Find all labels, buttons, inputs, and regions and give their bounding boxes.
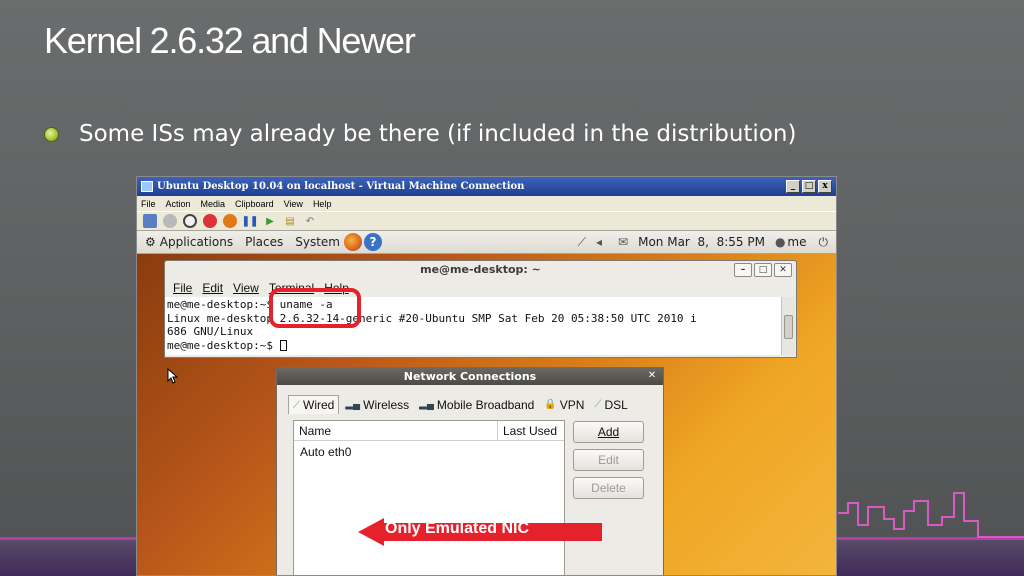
mail-icon[interactable]: ✉ xyxy=(618,235,628,249)
snapshot-icon[interactable]: ▤ xyxy=(283,214,297,228)
places-menu[interactable]: Places xyxy=(245,235,283,249)
minimize-button[interactable]: _ xyxy=(786,180,800,193)
bullet-text: Some ISs may already be there (if includ… xyxy=(79,121,797,147)
tab-wired-label: Wired xyxy=(303,398,335,412)
menu-file[interactable]: File xyxy=(141,199,156,209)
tab-wireless[interactable]: ▂▄ Wireless xyxy=(341,395,413,414)
vm-app-icon xyxy=(141,181,153,192)
volume-icon[interactable]: ◂ xyxy=(596,235,602,249)
terminal-prompt: me@me-desktop:~$ xyxy=(167,338,280,352)
help-icon[interactable]: ? xyxy=(363,233,382,251)
terminal-prompt-line: me@me-desktop:~$ xyxy=(167,339,780,353)
mobile-signal-icon: ▂▄ xyxy=(419,399,434,410)
power-icon[interactable] xyxy=(223,214,237,228)
terminal-title: me@me-desktop: ~ xyxy=(420,263,541,276)
dsl-icon: ⟋ xyxy=(594,399,602,410)
network-dialog-title: Network Connections xyxy=(403,370,537,383)
menu-view[interactable]: View xyxy=(284,199,303,209)
terminal-minimize-button[interactable]: – xyxy=(734,263,752,277)
tab-wired[interactable]: ⟋ Wired xyxy=(288,395,340,414)
wired-icon: ⟋ xyxy=(293,399,300,411)
maximize-button[interactable]: □ xyxy=(802,180,816,193)
mouse-pointer-icon xyxy=(167,368,179,384)
tab-mobile-broadband[interactable]: ▂▄ Mobile Broadband xyxy=(415,395,538,414)
lock-icon: 🔒 xyxy=(544,399,557,410)
user-menu[interactable]: me xyxy=(787,235,806,249)
revert-icon[interactable]: ↶ xyxy=(303,214,317,228)
ctrl-alt-del-icon[interactable] xyxy=(143,214,157,228)
terminal-line: Linux me-desktop 2.6.32-14-generic #20-U… xyxy=(167,311,697,325)
vm-toolbar: ❚❚ ▶ ▤ ↶ xyxy=(137,211,836,231)
column-name[interactable]: Name xyxy=(294,421,497,440)
power-menu-icon[interactable]: ⏻ xyxy=(819,235,829,250)
terminal-menu-view[interactable]: View xyxy=(233,281,259,295)
firefox-icon[interactable] xyxy=(343,233,362,251)
connection-buttons: Add Edit Delete xyxy=(573,421,644,505)
scrollbar-thumb[interactable] xyxy=(784,315,793,339)
terminal-maximize-button[interactable]: □ xyxy=(754,263,772,277)
slide-title: Kernel 2.6.32 and Newer xyxy=(44,20,416,61)
kernel-version-highlight xyxy=(269,288,361,328)
tab-dsl-label: DSL xyxy=(604,397,628,412)
turn-off-icon[interactable] xyxy=(183,214,197,228)
terminal-close-button[interactable]: ✕ xyxy=(774,263,792,277)
applications-menu[interactable]: ⚙ Applications xyxy=(145,235,233,249)
terminal-scrollbar[interactable] xyxy=(781,297,795,355)
menu-clipboard[interactable]: Clipboard xyxy=(235,199,274,209)
network-tabs: ⟋ Wired ▂▄ Wireless ▂▄ Mobile Broadband 🔒 VP… xyxy=(288,395,634,414)
ubuntu-logo-icon: ⚙ xyxy=(145,235,156,249)
terminal-line: me@me-desktop:~$ uname -a xyxy=(167,298,333,311)
terminal-titlebar: me@me-desktop: ~ – □ ✕ xyxy=(165,261,796,279)
annotation-label: Only Emulated NIC xyxy=(385,520,530,537)
terminal-output[interactable]: me@me-desktop:~$ uname -a Linux me-deskto… xyxy=(165,297,782,355)
network-dialog-close-icon[interactable]: ✕ xyxy=(645,370,659,382)
menu-help[interactable]: Help xyxy=(313,199,332,209)
ubuntu-top-panel: ⚙ Applications Places System ? ⟋ ◂ ✉ Mon… xyxy=(137,231,836,254)
tab-wireless-label: Wireless xyxy=(363,397,410,412)
delete-button[interactable]: Delete xyxy=(573,477,644,499)
system-menu[interactable]: System xyxy=(295,235,340,249)
menu-media[interactable]: Media xyxy=(201,199,226,209)
terminal-window: me@me-desktop: ~ – □ ✕ File Edit View Te… xyxy=(164,260,797,358)
connection-name: Auto eth0 xyxy=(300,445,352,459)
vm-connection-window: Ubuntu Desktop 10.04 on localhost - Virt… xyxy=(136,176,837,576)
pause-icon[interactable]: ❚❚ xyxy=(242,214,259,228)
clock[interactable]: Mon Mar 8, 8:55 PM xyxy=(638,235,765,249)
connections-list[interactable]: Name Last Used Auto eth0 xyxy=(293,420,565,575)
close-button[interactable]: x xyxy=(818,180,832,193)
resume-icon[interactable]: ▶ xyxy=(263,214,277,228)
wireless-signal-icon: ▂▄ xyxy=(345,399,361,410)
terminal-menu-file[interactable]: File xyxy=(173,281,192,295)
network-indicator-icon[interactable]: ⟋ xyxy=(578,235,586,250)
network-dialog-titlebar: Network Connections ✕ xyxy=(277,368,663,385)
ubuntu-desktop: me@me-desktop: ~ – □ ✕ File Edit View Te… xyxy=(137,254,836,575)
add-button[interactable]: Add xyxy=(573,421,644,443)
list-item[interactable]: Auto eth0 xyxy=(294,441,564,459)
chat-icon[interactable]: ● xyxy=(775,235,785,249)
bullet-dot-icon xyxy=(44,126,59,142)
edit-button[interactable]: Edit xyxy=(573,449,644,471)
vm-titlebar: Ubuntu Desktop 10.04 on localhost - Virt… xyxy=(137,177,836,196)
terminal-menu-edit[interactable]: Edit xyxy=(202,281,223,295)
terminal-menubar: File Edit View Terminal Help xyxy=(165,279,796,297)
start-icon[interactable] xyxy=(163,214,177,228)
terminal-cursor xyxy=(279,339,287,351)
terminal-line: 686 GNU/Linux xyxy=(167,325,254,338)
tab-dsl[interactable]: ⟋ DSL xyxy=(590,395,631,414)
menu-action[interactable]: Action xyxy=(166,199,191,209)
bullet-item: Some ISs may already be there (if includ… xyxy=(44,121,796,147)
tab-vpn-label: VPN xyxy=(559,397,585,412)
vm-window-title: Ubuntu Desktop 10.04 on localhost - Virt… xyxy=(157,181,525,192)
tab-mobile-broadband-label: Mobile Broadband xyxy=(436,397,535,412)
tab-vpn[interactable]: 🔒 VPN xyxy=(540,395,588,414)
skyline-decoration-icon xyxy=(838,492,1024,538)
vm-menubar: File Action Media Clipboard View Help xyxy=(137,196,836,211)
column-last-used[interactable]: Last Used xyxy=(497,421,564,440)
applications-menu-label: Applications xyxy=(159,235,234,249)
shutdown-icon[interactable] xyxy=(203,214,217,228)
list-header: Name Last Used xyxy=(294,421,564,441)
